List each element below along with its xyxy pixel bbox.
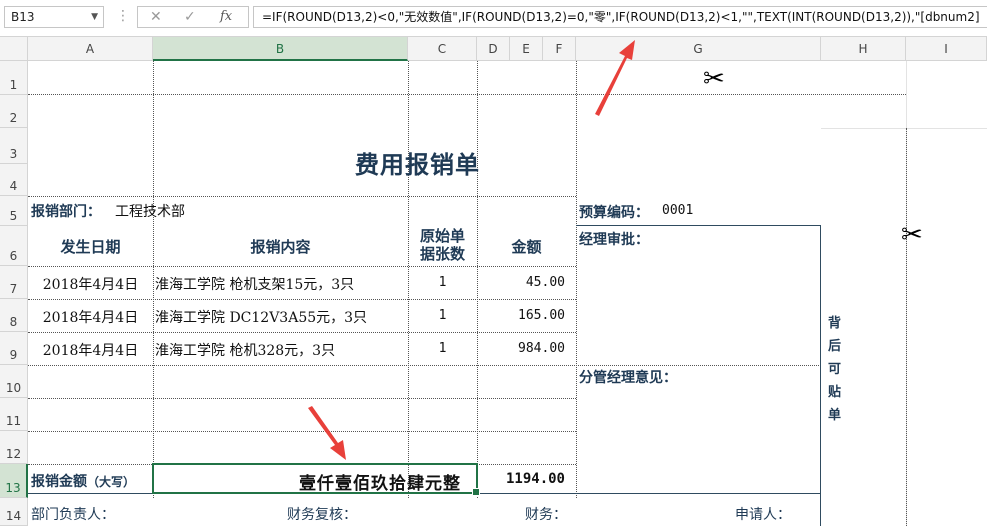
row-separator [28,266,576,267]
header-date: 发生日期 [60,238,121,256]
side-note: 背 后 可 贴 单 [828,312,841,427]
row-header-7[interactable]: 7 [0,266,28,299]
side-note-char: 单 [828,408,842,423]
applicant-label: 申请人： [735,507,791,523]
department-label: 报销部门： [31,204,101,220]
total-label-suffix: （大写） [87,475,136,489]
manager-approval-label: 经理审批： [579,232,649,248]
chevron-down-icon[interactable]: ▼ [91,7,98,27]
formula-bar: B13 ▼ ⋮ ✕ ✓ fx =IF(ROUND(D13,2)<0,"无效数值"… [0,0,987,37]
header-docs-line2: 据张数 [419,245,465,263]
total-label: 报销金额（大写） [31,471,135,491]
cancel-icon[interactable]: ✕ [150,7,162,27]
row-separator [28,431,576,432]
item-date[interactable]: 2018年4月4日 [28,340,153,360]
item-content[interactable]: 淮海工学院 枪机328元，3只 [155,340,335,360]
column-header-h[interactable]: H [821,37,906,61]
row-header-4[interactable]: 4 [0,164,28,196]
column-header-d[interactable]: D [477,37,510,61]
approval-box-border [820,225,821,526]
row-header-12[interactable]: 12 [0,431,28,464]
side-note-char: 贴 [828,385,842,400]
header-docs-line1: 原始单 [419,227,465,245]
dept-head-label: 部门负责人： [31,507,115,523]
formula-buttons: ✕ ✓ fx [137,6,249,28]
name-box[interactable]: B13 ▼ [4,6,104,28]
total-amount[interactable]: 1194.00 [477,471,565,487]
total-chinese-amount[interactable]: 壹仟壹佰玖拾肆元整 [153,469,461,494]
row-header-5[interactable]: 5 [0,196,28,226]
row-header-10[interactable]: 10 [0,365,28,398]
item-date[interactable]: 2018年4月4日 [28,274,153,294]
row-header-2[interactable]: 2 [0,95,28,128]
branch-manager-opinion-label: 分管经理意见： [579,370,677,386]
column-header-i[interactable]: I [906,37,987,61]
row-separator [28,196,576,197]
form-title: 费用报销单 [355,150,480,179]
row-header-1[interactable]: 1 [0,61,28,95]
row-header-3[interactable]: 3 [0,128,28,164]
header-content: 报销内容 [250,238,311,256]
name-box-value: B13 [11,10,35,24]
confirm-icon[interactable]: ✓ [184,7,196,27]
item-docs[interactable]: 1 [408,308,477,323]
row-separator [28,299,576,300]
column-header-c[interactable]: C [408,37,477,61]
row-separator [28,365,821,366]
arrow-icon [308,406,346,460]
finance-review-label: 财务复核： [287,507,357,523]
finance-label: 财务： [525,507,567,523]
item-date[interactable]: 2018年4月4日 [28,307,153,327]
column-header-f[interactable]: F [543,37,576,61]
item-docs[interactable]: 1 [408,341,477,356]
page-break-line [28,94,906,95]
side-note-char: 背 [828,316,842,331]
gridline [821,128,987,129]
column-separator [576,61,577,498]
row-header-8[interactable]: 8 [0,299,28,332]
select-all-corner[interactable] [0,37,28,61]
row-header-13[interactable]: 13 [0,464,28,498]
row-header-9[interactable]: 9 [0,332,28,365]
item-content[interactable]: 淮海工学院 枪机支架15元，3只 [155,274,354,294]
scissors-icon: ✂ [703,64,725,94]
approval-box-border [576,225,821,226]
row-separator [28,332,576,333]
function-icon[interactable]: fx [220,7,232,27]
budget-label: 预算编码： [579,205,649,221]
side-note-char: 可 [828,362,842,377]
department-value[interactable]: 工程技术部 [115,201,185,221]
item-amount[interactable]: 165.00 [477,308,565,323]
row-header-14[interactable]: 14 [0,498,28,526]
header-docs: 原始单 据张数 [408,227,477,263]
row-header-6[interactable]: 6 [0,226,28,266]
arrow-icon [595,40,635,116]
row-header-11[interactable]: 11 [0,398,28,431]
column-header-b[interactable]: B [153,37,408,61]
item-amount[interactable]: 984.00 [477,341,565,356]
column-separator [153,61,154,498]
header-amount: 金额 [511,238,542,256]
item-amount[interactable]: 45.00 [477,275,565,290]
fill-handle[interactable] [472,488,480,496]
column-header-e[interactable]: E [510,37,543,61]
total-label-text: 报销金额 [31,474,87,490]
scissors-icon: ✂ [901,220,923,250]
column-header-a[interactable]: A [28,37,153,61]
page-break-line [906,128,907,526]
formula-input[interactable]: =IF(ROUND(D13,2)<0,"无效数值",IF(ROUND(D13,2… [253,6,987,28]
row-separator [28,398,576,399]
side-note-char: 后 [828,339,842,354]
more-options-icon[interactable]: ⋮ [116,8,130,24]
item-docs[interactable]: 1 [408,275,477,290]
budget-value[interactable]: 0001 [662,203,693,218]
item-content[interactable]: 淮海工学院 DC12V3A55元，3只 [155,307,367,327]
